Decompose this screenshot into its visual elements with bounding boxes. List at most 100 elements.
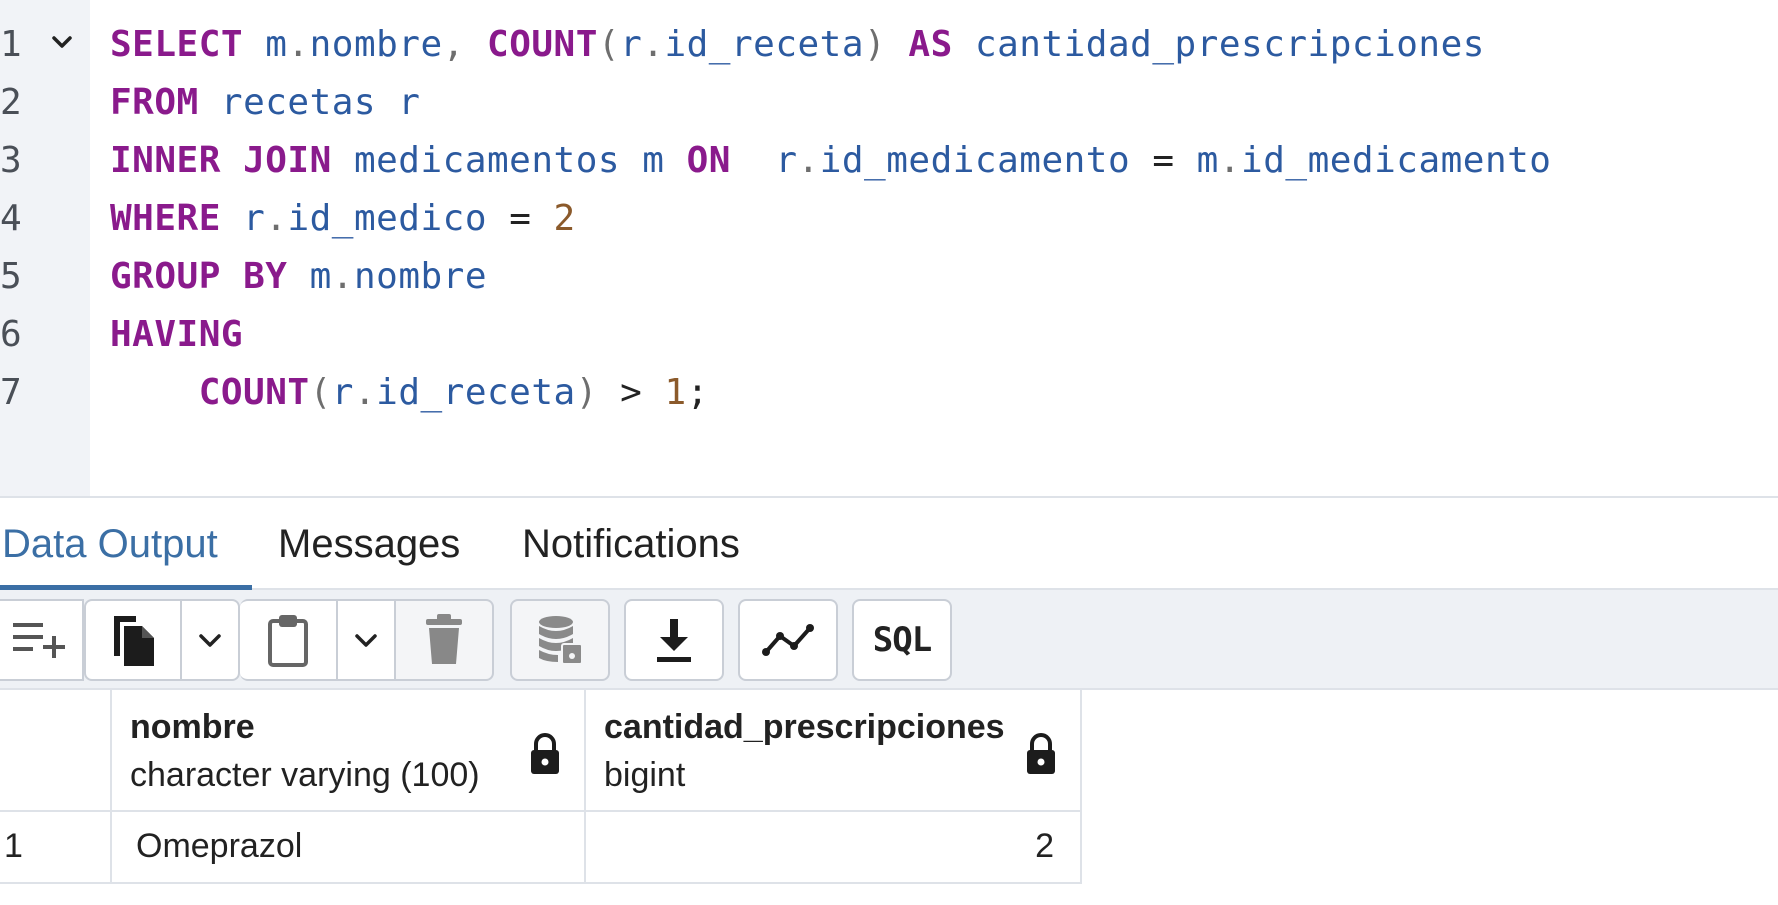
code-token: . xyxy=(265,198,288,239)
code-token: nombre xyxy=(309,24,443,65)
save-data-button[interactable] xyxy=(510,599,610,681)
code-token: 2 xyxy=(553,198,576,239)
line-number: 6 xyxy=(0,314,22,355)
sql-icon: SQL xyxy=(872,620,932,660)
line-number: 2 xyxy=(0,82,22,123)
code-line: COUNT(r.id_receta) > 1; xyxy=(110,364,709,422)
code-token: INNER xyxy=(110,140,221,181)
results-toolbar: SQL xyxy=(0,590,1778,690)
code-token: m xyxy=(309,256,332,297)
code-line: INNER JOIN medicamentos m ON r.id_medica… xyxy=(110,132,1551,190)
code-line: WHERE r.id_medico = 2 xyxy=(110,190,576,248)
column-header-nombre[interactable]: nombre character varying (100) xyxy=(110,690,586,812)
code-token: m xyxy=(265,24,288,65)
column-type: character varying (100) xyxy=(130,756,480,794)
add-row-button[interactable] xyxy=(0,599,84,681)
graph-visualiser-button[interactable] xyxy=(738,599,838,681)
chevron-down-icon xyxy=(199,634,221,647)
line-number: 5 xyxy=(0,256,22,297)
line-number: 1 xyxy=(0,24,22,65)
copy-button[interactable] xyxy=(84,599,182,681)
code-token: . xyxy=(353,372,377,413)
code-token: nombre xyxy=(353,256,488,297)
code-token: ; xyxy=(686,372,709,413)
column-name: cantidad_prescripciones xyxy=(604,708,1005,746)
code-token: COUNT xyxy=(487,24,598,65)
code-token: = xyxy=(487,198,554,239)
copy-options-dropdown[interactable] xyxy=(182,599,240,681)
column-type: bigint xyxy=(604,756,686,794)
code-token: id_medicamento xyxy=(819,140,1131,181)
download-icon xyxy=(657,619,691,662)
code-token: m xyxy=(1196,140,1219,181)
code-line: HAVING xyxy=(110,306,243,364)
cell-value: 2 xyxy=(1035,827,1054,865)
line-number: 3 xyxy=(0,140,22,181)
cell-value: Omeprazol xyxy=(136,827,303,865)
table-cell-cantidad-prescripciones[interactable]: 2 xyxy=(584,810,1082,884)
tab-data-output[interactable]: Data Output xyxy=(2,498,218,588)
code-token: r xyxy=(398,82,421,123)
code-token: > xyxy=(597,372,665,413)
code-token: ) xyxy=(575,372,598,413)
code-token: r xyxy=(331,372,354,413)
line-number-gutter: 1 2 3 4 5 6 7 xyxy=(0,0,90,496)
code-token: BY xyxy=(243,256,288,297)
add-row-icon xyxy=(13,623,65,658)
sql-button[interactable]: SQL xyxy=(852,599,952,681)
data-grid: nombre character varying (100) cantidad_… xyxy=(0,690,1778,905)
paste-icon xyxy=(268,615,308,667)
code-token: . xyxy=(1218,140,1242,181)
tab-notifications[interactable]: Notifications xyxy=(522,498,740,588)
paste-button[interactable] xyxy=(240,599,338,681)
code-token: cantidad_prescripciones xyxy=(974,24,1485,65)
copy-icon xyxy=(114,616,154,666)
graph-icon xyxy=(762,624,814,656)
row-number-header[interactable] xyxy=(0,690,112,812)
code-token: ) xyxy=(864,24,909,65)
query-editor[interactable]: 1 2 3 4 5 6 7 SELECT m.nombre, COUNT(r.i… xyxy=(0,0,1778,498)
paste-options-dropdown[interactable] xyxy=(338,599,396,681)
code-token: JOIN xyxy=(243,140,332,181)
code-token: GROUP xyxy=(110,256,221,297)
code-token: ( xyxy=(597,24,621,65)
code-token: ( xyxy=(309,372,332,413)
tab-messages[interactable]: Messages xyxy=(278,498,460,588)
code-line: SELECT m.nombre, COUNT(r.id_receta) AS c… xyxy=(110,16,1485,74)
delete-button[interactable] xyxy=(396,599,494,681)
code-token: id_medico xyxy=(287,198,488,239)
code-token: id_receta xyxy=(664,24,865,65)
column-header-cantidad-prescripciones[interactable]: cantidad_prescripciones bigint xyxy=(584,690,1082,812)
code-token: id_medicamento xyxy=(1241,140,1552,181)
row-number-cell[interactable]: 1 xyxy=(0,810,112,884)
table-cell-nombre[interactable]: Omeprazol xyxy=(110,810,586,884)
code-token: FROM xyxy=(110,82,199,123)
code-token: SELECT xyxy=(110,24,244,65)
code-token: AS xyxy=(908,24,953,65)
code-token: HAVING xyxy=(110,314,244,355)
code-token: . xyxy=(797,140,820,181)
row-number: 1 xyxy=(4,827,23,865)
lock-icon xyxy=(1027,733,1055,774)
download-button[interactable] xyxy=(624,599,724,681)
fold-chevron-icon[interactable] xyxy=(48,28,76,56)
code-line: GROUP BY m.nombre xyxy=(110,248,487,306)
code-token: ON xyxy=(686,140,731,181)
delete-icon xyxy=(426,614,462,664)
code-token: WHERE xyxy=(110,198,221,239)
code-token: recetas xyxy=(220,82,377,123)
line-number: 4 xyxy=(0,198,22,239)
code-token: medicamentos xyxy=(353,140,621,181)
